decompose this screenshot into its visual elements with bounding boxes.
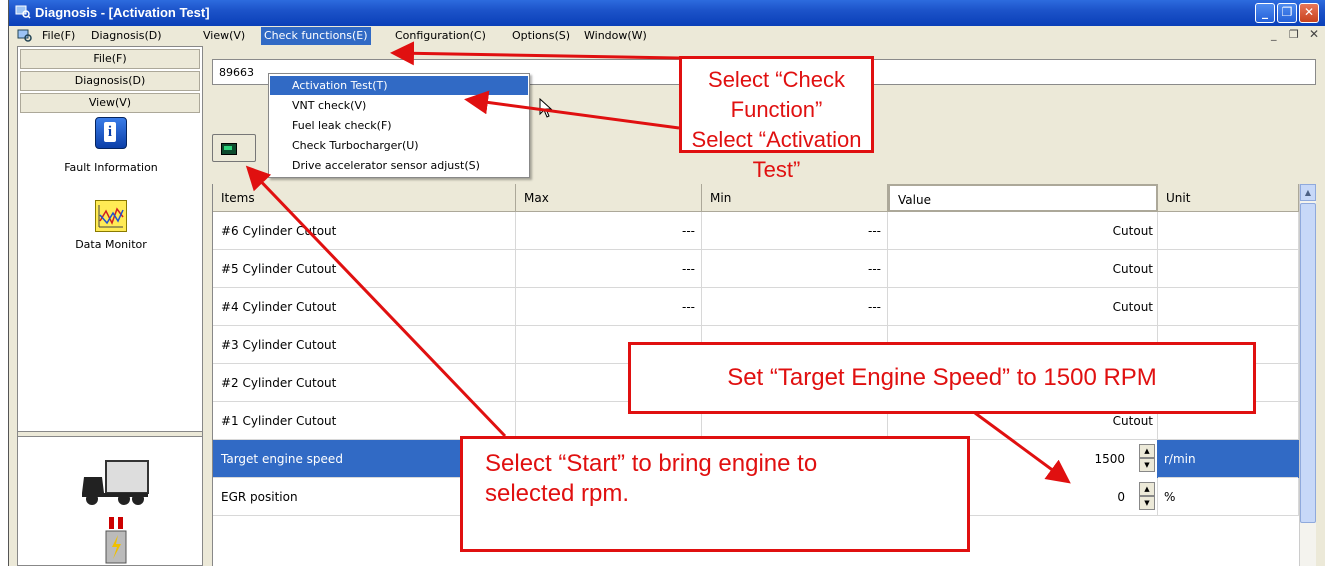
callout-line: Select “Start” to bring engine to [485,450,818,477]
document-icon [17,29,32,42]
menu-fuel-leak-check[interactable]: Fuel leak check(F) [270,116,528,135]
unit-cell [1158,288,1299,326]
callout-start: Select “Start” to bring engine to select… [460,436,970,552]
unit-cell: % [1158,478,1299,516]
start-icon [221,143,237,155]
truck-icon[interactable] [80,459,150,507]
header-items[interactable]: Items [213,184,516,212]
mouse-cursor-icon [539,98,553,118]
ecu-id-text: 89663 [219,66,254,79]
menu-vnt-check[interactable]: VNT check(V) [270,96,528,115]
scroll-up-icon[interactable]: ▲ [1300,184,1316,201]
unit-cell [1158,212,1299,250]
item-cell: #5 Cylinder Cutout [213,250,516,288]
table-row[interactable]: #5 Cylinder Cutout --- --- Cutout [213,250,1299,288]
minimize-button[interactable]: _ [1255,3,1275,23]
table-row[interactable]: #4 Cylinder Cutout --- --- Cutout [213,288,1299,326]
data-monitor-icon[interactable] [95,200,127,232]
header-min[interactable]: Min [702,184,888,212]
menu-check-turbocharger[interactable]: Check Turbocharger(U) [270,136,528,155]
min-cell: --- [702,212,888,250]
callout-line: Select “Activation Test” [691,127,862,182]
menu-view[interactable]: View(V) [200,27,248,45]
window-title: Diagnosis - [Activation Test] [35,5,210,20]
item-cell: #2 Cylinder Cutout [213,364,516,402]
item-cell: #4 Cylinder Cutout [213,288,516,326]
item-cell: #6 Cylinder Cutout [213,212,516,250]
header-value[interactable]: Value [888,184,1158,212]
callout-target-speed: Set “Target Engine Speed” to 1500 RPM [628,342,1256,414]
left-diagnosis-button[interactable]: Diagnosis(D) [20,71,200,91]
menu-check-functions[interactable]: Check functions(E) [261,27,371,45]
item-cell: #1 Cylinder Cutout [213,402,516,440]
egr-value: 0 [1117,490,1125,504]
data-monitor-label[interactable]: Data Monitor [18,238,204,251]
menu-window[interactable]: Window(W) [581,27,650,45]
spin-up-icon[interactable]: ▲ [1139,482,1155,496]
table-row[interactable]: #6 Cylinder Cutout --- --- Cutout [213,212,1299,250]
max-cell: --- [516,212,702,250]
mdi-close-button[interactable]: ✕ [1309,27,1319,41]
left-view-button[interactable]: View(V) [20,93,200,113]
value-cell[interactable]: Cutout [888,250,1158,288]
unit-cell [1158,250,1299,288]
min-cell: --- [702,250,888,288]
unit-cell: r/min [1158,440,1299,478]
spin-up-icon[interactable]: ▲ [1139,444,1155,458]
spin-down-icon[interactable]: ▼ [1139,496,1155,510]
value-cell[interactable]: Cutout [888,288,1158,326]
fault-information-label[interactable]: Fault Information [18,161,204,174]
left-panel: File(F) Diagnosis(D) View(V) i Fault Inf… [17,46,203,566]
menu-drive-accelerator-adjust[interactable]: Drive accelerator sensor adjust(S) [270,156,528,175]
panel-divider[interactable] [18,431,202,437]
header-unit[interactable]: Unit [1158,184,1299,212]
callout-line: selected rpm. [485,480,630,507]
fuel-pump-icon[interactable] [100,517,132,565]
callout-check-function: Select “Check Function” Select “Activati… [679,56,874,182]
target-speed-value: 1500 [1094,452,1125,466]
min-cell: --- [702,288,888,326]
close-button[interactable]: ✕ [1299,3,1319,23]
menu-options[interactable]: Options(S) [509,27,573,45]
menu-file[interactable]: File(F) [39,27,78,45]
app-icon [15,5,31,19]
maximize-button[interactable]: ❐ [1277,3,1297,23]
menu-bar: File(F) Diagnosis(D) View(V) Check funct… [9,26,1325,46]
menu-activation-test[interactable]: Activation Test(T) [270,76,528,95]
max-cell: --- [516,250,702,288]
title-bar: Diagnosis - [Activation Test] _ ❐ ✕ [9,0,1325,26]
fault-information-icon[interactable]: i [95,117,127,149]
header-max[interactable]: Max [516,184,702,212]
max-cell: --- [516,288,702,326]
menu-diagnosis[interactable]: Diagnosis(D) [88,27,165,45]
check-functions-dropdown: Activation Test(T) VNT check(V) Fuel lea… [268,73,530,178]
left-file-button[interactable]: File(F) [20,49,200,69]
speed-spinner[interactable]: ▲ ▼ [1139,444,1155,474]
vertical-scrollbar[interactable]: ▲ [1299,184,1316,566]
callout-line: Select “Check Function” [708,67,845,122]
start-button[interactable] [212,134,256,162]
scroll-thumb[interactable] [1300,203,1316,523]
menu-configuration[interactable]: Configuration(C) [392,27,489,45]
value-cell[interactable]: Cutout [888,212,1158,250]
item-cell: #3 Cylinder Cutout [213,326,516,364]
mdi-restore-button[interactable]: ❐ [1289,28,1299,41]
spin-down-icon[interactable]: ▼ [1139,458,1155,472]
egr-spinner[interactable]: ▲ ▼ [1139,482,1155,512]
mdi-minimize-button[interactable]: _ [1271,28,1277,41]
